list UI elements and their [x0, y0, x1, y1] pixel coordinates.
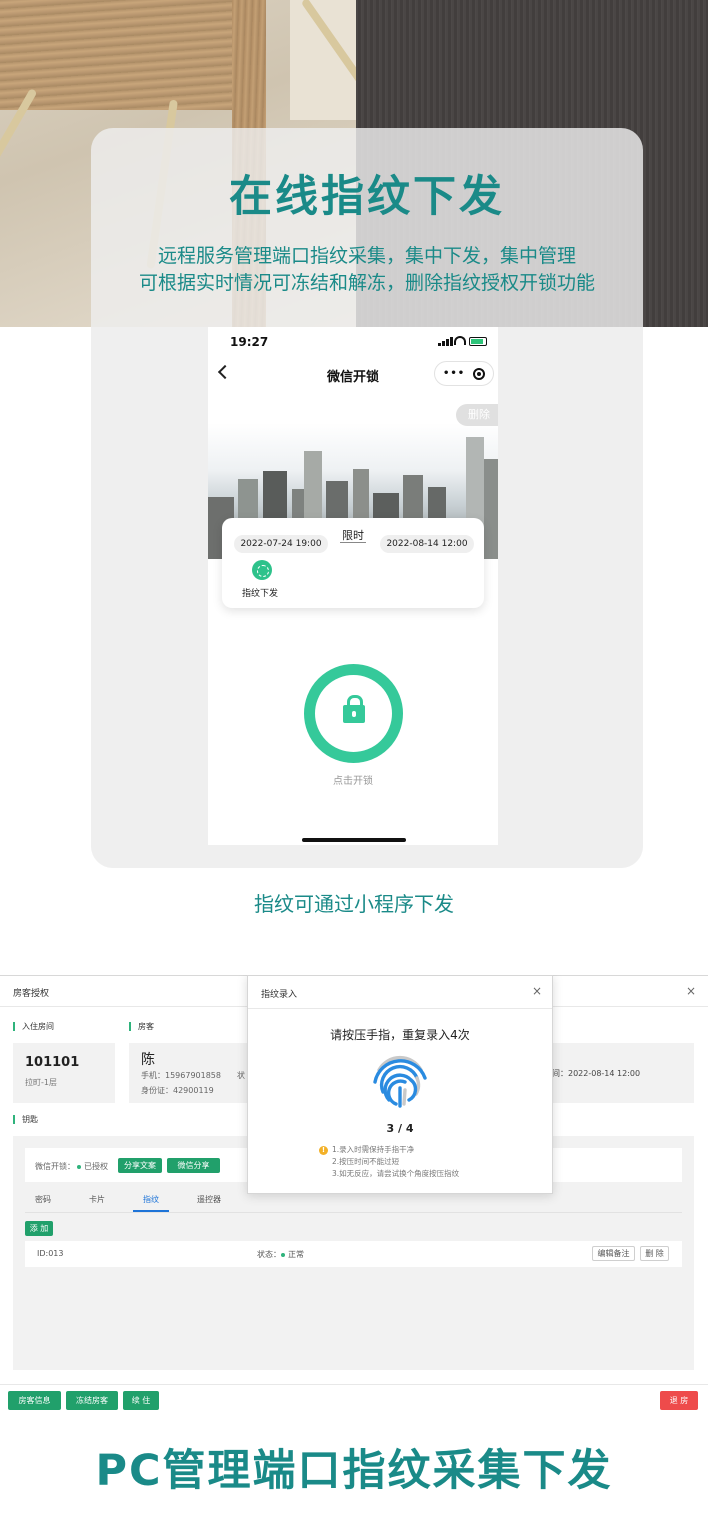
delete-fingerprint-button[interactable]: 删 除: [640, 1246, 669, 1261]
status-time: 19:27: [230, 335, 269, 349]
status-dot-icon: [281, 1252, 285, 1257]
share-text-button[interactable]: 分享文案: [118, 1158, 162, 1173]
lock-icon: [343, 695, 365, 723]
tip-item: 1.录入时需保持手指干净: [332, 1145, 415, 1154]
divider: [0, 1384, 708, 1385]
close-icon[interactable]: ×: [686, 984, 696, 998]
phone-screen: 19:27 微信开锁 ••• 删除 限时 2022-07-24 19:00 20…: [208, 327, 498, 845]
close-miniprogram-icon[interactable]: [473, 368, 485, 380]
building: [484, 459, 498, 559]
caption-pc: PC管理端口指纹采集下发: [95, 1446, 613, 1496]
nav-bar: 微信开锁 •••: [208, 357, 498, 391]
panel-title: 房客授权: [13, 989, 50, 999]
enroll-progress: 3 / 4: [386, 1122, 414, 1135]
guest-phone: 手机：15967901858: [141, 1071, 221, 1080]
fingerprint-icon: [373, 1055, 427, 1108]
status-bar: 19:27: [208, 327, 498, 355]
fingerprint-enroll-modal: 指纹录入 × 请按压手指，重复录入4次 3 / 4 ! 1.录入时需保持手指干净…: [247, 975, 553, 1194]
signal-icon: [442, 341, 445, 346]
wifi-icon: [454, 336, 466, 345]
unlock-button[interactable]: [304, 664, 403, 763]
tab-divider: [25, 1212, 682, 1213]
section-room-label: 入住房间: [13, 1022, 54, 1031]
modal-title: 指纹录入: [261, 990, 298, 1000]
enroll-prompt: 请按压手指，重复录入4次: [330, 1028, 470, 1042]
tab-remote[interactable]: 遥控器: [197, 1194, 221, 1205]
guest-info-button[interactable]: 房客信息: [8, 1391, 61, 1410]
authorization-card: 限时 2022-07-24 19:00 2022-08-14 12:00 指纹下…: [222, 518, 484, 608]
section-keys-label: 钥匙: [13, 1115, 38, 1124]
edit-note-button[interactable]: 编辑备注: [592, 1246, 635, 1261]
close-icon[interactable]: ×: [532, 984, 542, 998]
checkout-button[interactable]: 退 房: [660, 1391, 698, 1410]
add-fingerprint-button[interactable]: 添 加: [25, 1221, 53, 1236]
wechat-share-button[interactable]: 微信分享: [167, 1158, 220, 1173]
freeze-guest-button[interactable]: 冻结房客: [66, 1391, 118, 1410]
section-guest-label: 房客: [129, 1022, 154, 1031]
tip-item: 3.如无反应，请尝试换个角度按压指纹: [332, 1169, 460, 1178]
wechat-unlock-label: 微信开锁：: [35, 1162, 75, 1171]
modal-header: 指纹录入 ×: [248, 976, 552, 1009]
room-number: 101101: [25, 1055, 80, 1070]
room-info-box: 101101 拉町-1层: [13, 1043, 115, 1103]
tab-password[interactable]: 密码: [35, 1194, 51, 1205]
end-date: 2022-08-14 12:00: [380, 535, 474, 553]
caption-miniprogram: 指纹可通过小程序下发: [254, 892, 454, 916]
hero-subtitle-line2: 可根据实时情况可冻结和解冻，删除指纹授权开锁功能: [138, 272, 595, 294]
guest-checkout-time: 间：2022-08-14 12:00: [552, 1069, 641, 1078]
unlock-label: 点击开锁: [333, 776, 373, 787]
status-dot-icon: [77, 1164, 81, 1169]
time-limit-divider: [340, 542, 366, 543]
hero-subtitle-line1: 远程服务管理端口指纹采集，集中下发，集中管理: [157, 245, 576, 267]
fingerprint-state-label: 状态：: [257, 1250, 281, 1259]
tab-fingerprint[interactable]: 指纹: [143, 1194, 159, 1205]
wood-table-image: [0, 0, 260, 110]
wechat-status: 已授权: [77, 1161, 108, 1172]
guest-status-label: 状: [237, 1071, 245, 1080]
start-date: 2022-07-24 19:00: [234, 535, 328, 553]
enroll-tips: 1.录入时需保持手指干净 2.按压时间不能过短 3.如无反应，请尝试换个角度按压…: [319, 1144, 459, 1180]
fingerprint-state-value: 正常: [288, 1250, 304, 1259]
miniprogram-capsule[interactable]: •••: [434, 361, 494, 386]
tab-card[interactable]: 卡片: [89, 1194, 105, 1205]
hero-title: 在线指纹下发: [229, 172, 505, 222]
room-floor: 拉町-1层: [25, 1078, 57, 1087]
extend-stay-button[interactable]: 续 住: [123, 1391, 159, 1410]
fingerprint-row: ID:013 状态： 正常 编辑备注 删 除: [25, 1241, 682, 1267]
battery-icon: [469, 337, 487, 346]
fingerprint-issue-label[interactable]: 指纹下发: [242, 586, 278, 599]
fingerprint-id: ID:013: [37, 1249, 64, 1258]
more-icon[interactable]: •••: [443, 367, 465, 381]
guest-name: 陈: [141, 1052, 155, 1068]
guest-id: 身份证：42900119: [141, 1086, 214, 1095]
signal-icon: [450, 337, 453, 346]
pc-admin-panel: 房客授权 × 入住房间 房客 101101 拉町-1层 陈 手机：1596790…: [0, 975, 708, 1415]
signal-icon: [446, 339, 449, 346]
home-indicator: [302, 838, 406, 842]
fingerprint-state: 状态： 正常: [257, 1249, 304, 1260]
tip-item: 2.按压时间不能过短: [332, 1157, 400, 1166]
wechat-status-text: 已授权: [84, 1162, 108, 1171]
fingerprint-icon[interactable]: [252, 560, 272, 580]
delete-button[interactable]: 删除: [456, 404, 498, 426]
signal-icon: [438, 343, 441, 346]
